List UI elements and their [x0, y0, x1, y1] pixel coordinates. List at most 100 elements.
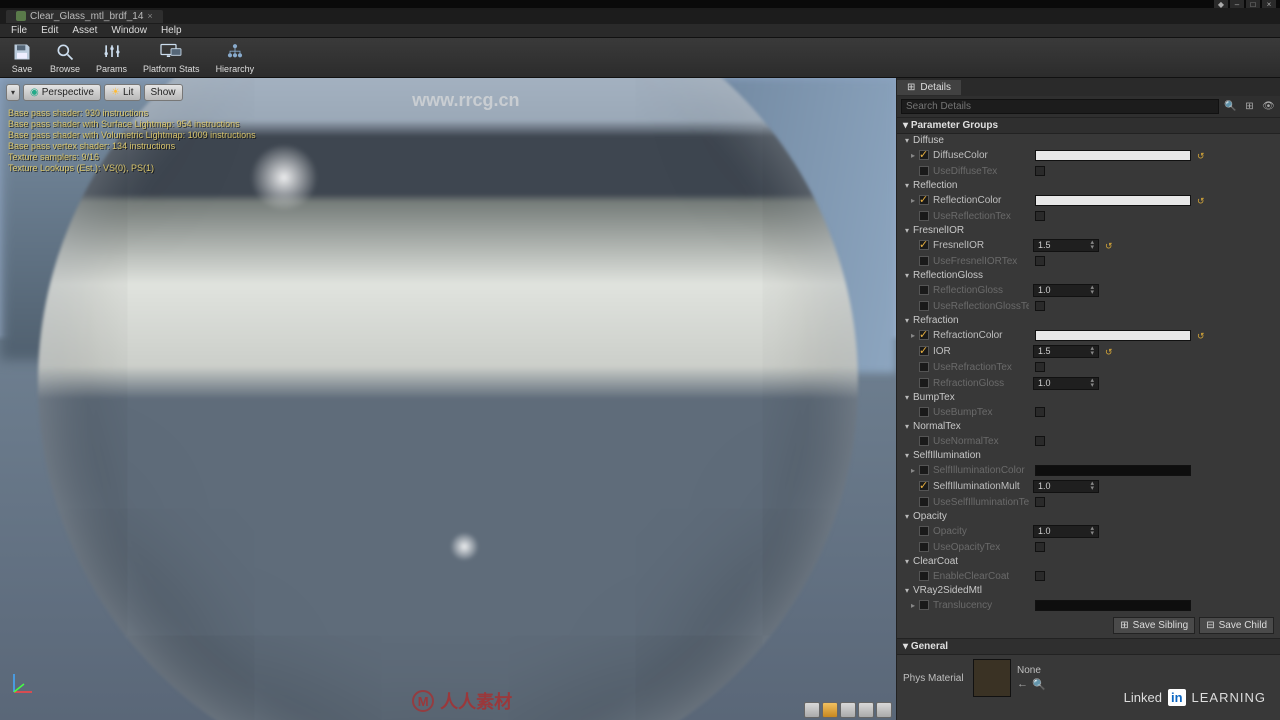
save-child-button[interactable]: ⊟ Save Child: [1199, 617, 1274, 634]
cb-refraction-gloss[interactable]: [919, 378, 929, 388]
group-refraction[interactable]: ▾Refraction: [897, 314, 1280, 327]
cb-reflection-gloss[interactable]: [919, 285, 929, 295]
tex-clearcoat[interactable]: [1035, 571, 1045, 581]
browse-button[interactable]: Browse: [46, 40, 84, 75]
reset-icon[interactable]: ↺: [1105, 347, 1114, 356]
minimize-button[interactable]: –: [1230, 0, 1244, 8]
notify-icon[interactable]: ◆: [1214, 0, 1228, 8]
spinner-opacity[interactable]: 1.0▴▾: [1033, 525, 1099, 538]
axis-gizmo[interactable]: [10, 670, 36, 696]
cb-opacity[interactable]: [919, 526, 929, 536]
phys-material-value[interactable]: None: [1017, 665, 1046, 676]
save-button[interactable]: Save: [6, 40, 38, 75]
tab-close-icon[interactable]: ×: [147, 11, 152, 21]
cb-refraction-color[interactable]: [919, 330, 929, 340]
grid-view-icon[interactable]: ⊞: [1242, 99, 1257, 114]
search-icon[interactable]: 🔍: [1223, 99, 1238, 114]
document-tab[interactable]: Clear_Glass_mtl_brdf_14 ×: [6, 10, 163, 23]
swatch-self-illum[interactable]: [1035, 465, 1191, 476]
section-parameter-groups[interactable]: ▾ Parameter Groups: [897, 117, 1280, 134]
menu-asset[interactable]: Asset: [65, 25, 104, 36]
viewport-canvas[interactable]: [0, 78, 896, 720]
phys-material-thumb[interactable]: [973, 659, 1011, 697]
cb-use-bump-tex[interactable]: [919, 407, 929, 417]
tex-opacity[interactable]: [1035, 542, 1045, 552]
lit-button[interactable]: ☀Lit: [104, 84, 141, 101]
reset-icon[interactable]: ↺: [1197, 196, 1206, 205]
platform-stats-button[interactable]: Platform Stats: [139, 40, 204, 75]
material-viewport[interactable]: ▾ ◉Perspective ☀Lit Show Base pass shade…: [0, 78, 896, 720]
menu-file[interactable]: File: [4, 25, 34, 36]
maximize-button[interactable]: □: [1246, 0, 1260, 8]
cb-use-diffuse-tex[interactable]: [919, 166, 929, 176]
group-clearcoat[interactable]: ▾ClearCoat: [897, 555, 1280, 568]
save-sibling-button[interactable]: ⊞ Save Sibling: [1113, 617, 1195, 634]
group-vray-2sided[interactable]: ▾VRay2SidedMtl: [897, 584, 1280, 597]
group-diffuse[interactable]: ▾Diffuse: [897, 134, 1280, 147]
cb-enable-clearcoat[interactable]: [919, 571, 929, 581]
menu-window[interactable]: Window: [104, 25, 154, 36]
group-self-illumination[interactable]: ▾SelfIllumination: [897, 449, 1280, 462]
close-button[interactable]: ×: [1262, 0, 1276, 8]
group-bump-tex[interactable]: ▾BumpTex: [897, 391, 1280, 404]
swatch-refraction-color[interactable]: [1035, 330, 1191, 341]
menu-edit[interactable]: Edit: [34, 25, 65, 36]
cb-fresnel-ior[interactable]: [919, 240, 929, 250]
params-button[interactable]: Params: [92, 40, 131, 75]
cb-use-self-illum-tex[interactable]: [919, 497, 929, 507]
details-tab[interactable]: ⊞ Details: [897, 80, 961, 95]
reset-icon[interactable]: ↺: [1105, 241, 1114, 250]
spinner-reflection-gloss[interactable]: 1.0▴▾: [1033, 284, 1099, 297]
group-normal-tex[interactable]: ▾NormalTex: [897, 420, 1280, 433]
swatch-diffuse-color[interactable]: [1035, 150, 1191, 161]
cb-use-normal-tex[interactable]: [919, 436, 929, 446]
group-reflection[interactable]: ▾Reflection: [897, 179, 1280, 192]
cb-diffuse-color[interactable]: [919, 150, 929, 160]
shape-sphere-button[interactable]: [822, 702, 838, 718]
tex-diffuse[interactable]: [1035, 166, 1045, 176]
cb-ior[interactable]: [919, 346, 929, 356]
spinner-fresnel-ior[interactable]: 1.5▴▾: [1033, 239, 1099, 252]
tex-reflection[interactable]: [1035, 211, 1045, 221]
tex-refraction[interactable]: [1035, 362, 1045, 372]
cb-use-refl-gloss-tex[interactable]: [919, 301, 929, 311]
shape-cube-button[interactable]: [858, 702, 874, 718]
cb-self-illum-color[interactable]: [919, 465, 929, 475]
cb-use-fresnel-tex[interactable]: [919, 256, 929, 266]
swatch-translucency[interactable]: [1035, 600, 1191, 611]
shape-plane-button[interactable]: [840, 702, 856, 718]
tex-fresnel[interactable]: [1035, 256, 1045, 266]
details-icon: ⊞: [907, 82, 915, 93]
spinner-self-illum-mult[interactable]: 1.0▴▾: [1033, 480, 1099, 493]
section-general[interactable]: ▾ General: [897, 638, 1280, 655]
spinner-ior[interactable]: 1.5▴▾: [1033, 345, 1099, 358]
tex-bump[interactable]: [1035, 407, 1045, 417]
shape-cylinder-button[interactable]: [804, 702, 820, 718]
perspective-button[interactable]: ◉Perspective: [23, 84, 101, 101]
shape-custom-button[interactable]: [876, 702, 892, 718]
group-reflection-gloss[interactable]: ▾ReflectionGloss: [897, 269, 1280, 282]
spinner-refraction-gloss[interactable]: 1.0▴▾: [1033, 377, 1099, 390]
phys-search-icon[interactable]: 🔍: [1032, 678, 1046, 691]
hierarchy-button[interactable]: Hierarchy: [212, 40, 259, 75]
tex-normal[interactable]: [1035, 436, 1045, 446]
cb-use-refraction-tex[interactable]: [919, 362, 929, 372]
phys-back-icon[interactable]: ←: [1017, 678, 1028, 691]
swatch-reflection-color[interactable]: [1035, 195, 1191, 206]
menu-help[interactable]: Help: [154, 25, 189, 36]
search-input[interactable]: [901, 99, 1219, 114]
show-button[interactable]: Show: [144, 84, 183, 101]
cb-self-illum-mult[interactable]: [919, 481, 929, 491]
viewport-options-dropdown[interactable]: ▾: [6, 84, 20, 101]
eye-icon[interactable]: 👁: [1261, 99, 1276, 114]
reset-icon[interactable]: ↺: [1197, 151, 1206, 160]
tex-refl-gloss[interactable]: [1035, 301, 1045, 311]
tex-self-illum[interactable]: [1035, 497, 1045, 507]
reset-icon[interactable]: ↺: [1197, 331, 1206, 340]
group-opacity[interactable]: ▾Opacity: [897, 510, 1280, 523]
cb-reflection-color[interactable]: [919, 195, 929, 205]
cb-use-opacity-tex[interactable]: [919, 542, 929, 552]
cb-use-reflection-tex[interactable]: [919, 211, 929, 221]
group-fresnel-ior[interactable]: ▾FresnelIOR: [897, 224, 1280, 237]
cb-translucency[interactable]: [919, 600, 929, 610]
